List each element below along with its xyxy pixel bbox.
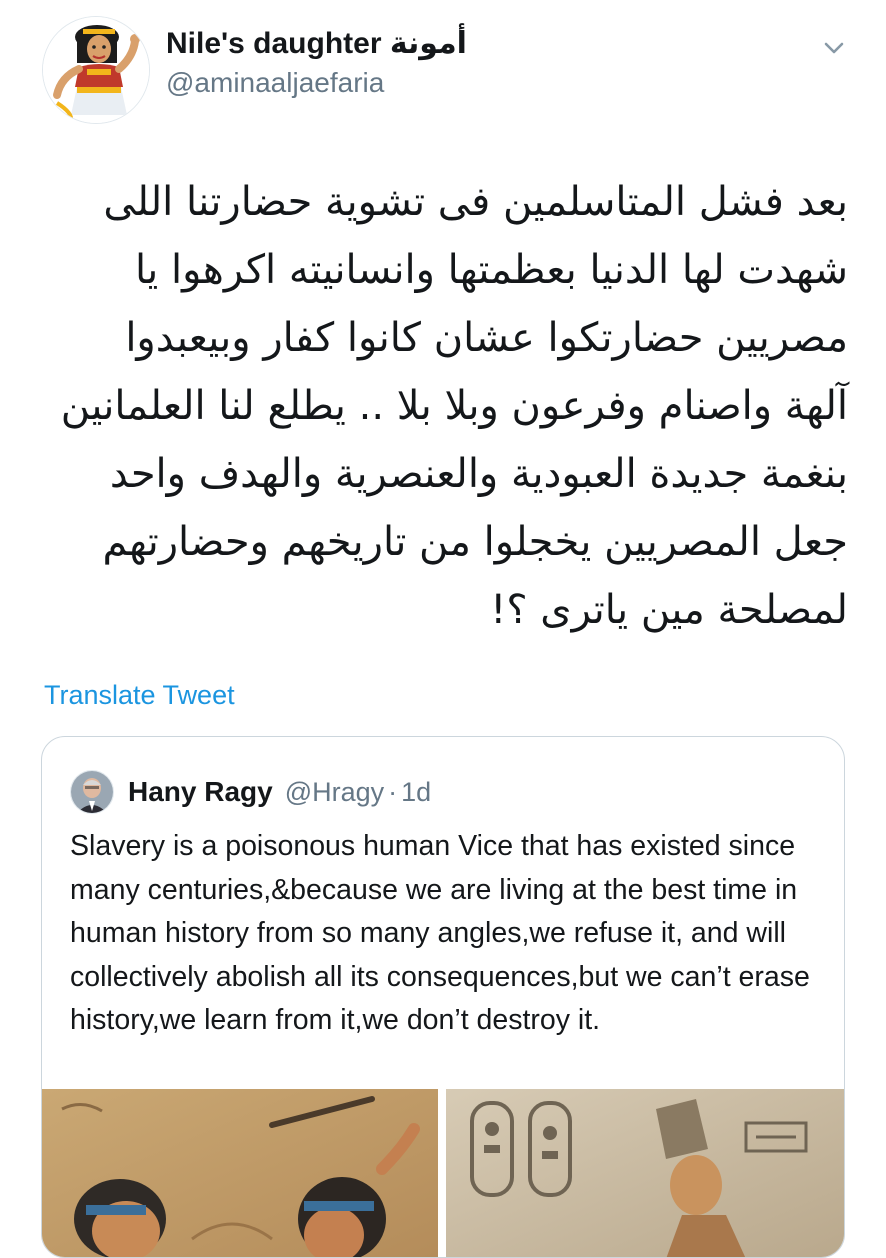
tweet-text-line: مصريين حضارتكوا عشان كانوا كفار وبيعبدوا: [125, 315, 848, 361]
tweet-text-line: بعد فشل المتاسلمين فى تشوية حضارتنا اللى: [103, 179, 848, 225]
author-display-name[interactable]: Nile's daughter أمونة: [166, 24, 467, 64]
cartoon-pharaonic-woman-avatar-icon: [43, 17, 149, 123]
tweet-header: Nile's daughter أمونة @aminaaljaefaria: [42, 14, 854, 124]
quoted-media-image-2[interactable]: [446, 1089, 844, 1257]
author-handle[interactable]: @aminaaljaefaria: [166, 64, 467, 102]
quoted-author-avatar[interactable]: [70, 770, 114, 814]
tweet-text-line: شهدت لها الدنيا بعظمتها وانسانيته اكرهوا…: [134, 247, 848, 293]
quoted-tweet-header: Hany Ragy @Hragy · 1d: [70, 769, 431, 815]
tweet-text-line: جعل المصريين يخجلوا من تاريخهم وحضارتهم: [102, 519, 848, 565]
quoted-media-image-1[interactable]: [42, 1089, 438, 1257]
pharaoh-relief-image-icon: [446, 1089, 844, 1257]
person-avatar-icon: [71, 771, 113, 813]
quoted-tweet-text: Slavery is a poisonous human Vice that h…: [70, 830, 810, 1036]
separator-dot: ·: [388, 776, 398, 807]
quoted-tweet-card[interactable]: Hany Ragy @Hragy · 1d Slavery is a poiso…: [41, 736, 845, 1258]
quoted-author-handle[interactable]: @Hragy: [285, 777, 384, 808]
author-names: Nile's daughter أمونة @aminaaljaefaria: [166, 24, 467, 102]
ancient-egyptian-relief-image-icon: [42, 1089, 438, 1257]
tweet-text-line: بنغمة جديدة العبودية والعنصرية والهدف وا…: [109, 451, 848, 497]
quoted-author-name[interactable]: Hany Ragy: [128, 776, 273, 808]
translate-tweet-link[interactable]: Translate Tweet: [44, 680, 235, 711]
author-avatar[interactable]: [42, 16, 150, 124]
tweet-text-line: لمصلحة مين ياترى ؟!: [490, 587, 848, 633]
tweet-text: بعد فشل المتاسلمين فى تشوية حضارتنا اللى…: [30, 168, 848, 644]
tweet-text-line: آلهة واصنام وفرعون وبلا بلا .. يطلع لنا …: [60, 383, 848, 429]
chevron-down-icon[interactable]: [820, 34, 848, 62]
quoted-tweet-time[interactable]: 1d: [401, 777, 431, 808]
